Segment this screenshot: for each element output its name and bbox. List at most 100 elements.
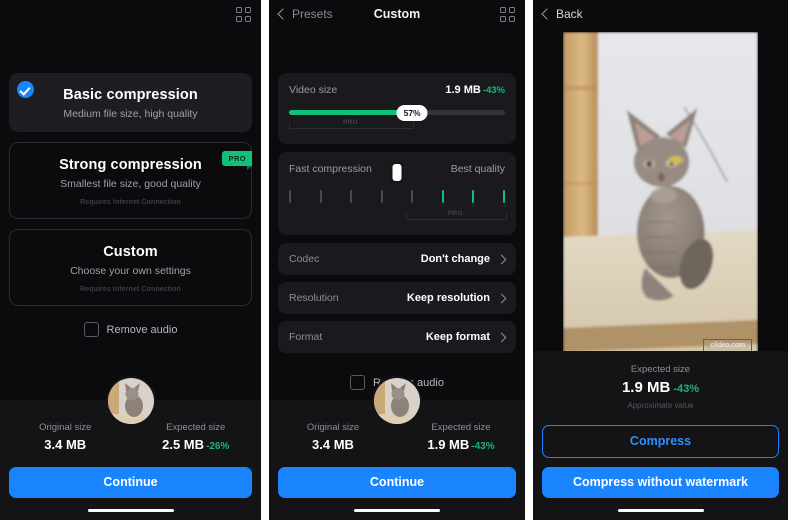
- remove-audio-row[interactable]: Remove audio: [9, 322, 252, 337]
- quality-panel: Fast compression Best quality PRO: [278, 152, 516, 235]
- expected-size-delta: -26%: [206, 440, 230, 452]
- option-value: Keep resolution: [406, 292, 490, 304]
- continue-button[interactable]: Continue: [278, 466, 516, 498]
- preset-note: Requires Internet Connection: [80, 199, 181, 206]
- video-size-slider[interactable]: 57%: [289, 104, 505, 121]
- expected-size-delta: -43%: [673, 382, 700, 395]
- expected-size-block: Expected size 1.9 MB -43%: [397, 422, 525, 452]
- option-label: Codec: [289, 253, 320, 265]
- back-button[interactable]: Back: [541, 7, 583, 21]
- preset-title: Custom: [103, 244, 158, 260]
- approximate-note: Approximate value: [627, 400, 694, 410]
- video-thumbnail[interactable]: [372, 375, 422, 426]
- size-summary: Original size 3.4 MB Expected size 2.5 M…: [0, 422, 261, 452]
- slider-fill: [289, 110, 413, 115]
- continue-button[interactable]: Continue: [9, 466, 252, 498]
- quality-tick-1: [319, 189, 322, 203]
- expected-size-block: Expected size 2.5 MB -26%: [131, 422, 262, 452]
- original-size-block: Original size 3.4 MB: [0, 422, 131, 452]
- pro-label: PRO: [339, 119, 363, 126]
- pro-badge: PRO: [221, 151, 253, 170]
- grid-icon[interactable]: [236, 7, 251, 22]
- back-label: Presets: [292, 7, 333, 21]
- back-to-presets-button[interactable]: Presets: [277, 7, 333, 21]
- home-indicator: [87, 508, 174, 512]
- option-label: Resolution: [289, 292, 339, 304]
- quality-tick-3: [380, 189, 383, 203]
- quality-tick-5: [411, 189, 414, 203]
- option-row-codec[interactable]: Codec Don't change: [278, 243, 516, 275]
- phone-screen-custom: Presets Custom Video size 1.9 MB -43% 57%…: [269, 0, 525, 520]
- preset-note: Requires Internet Connection: [80, 286, 181, 293]
- video-size-pro-range: PRO: [289, 119, 505, 131]
- video-size-panel: Video size 1.9 MB -43% 57% PRO: [278, 73, 516, 144]
- compress-without-watermark-button[interactable]: Compress without watermark: [542, 466, 779, 498]
- preset-title: Strong compression: [59, 157, 202, 173]
- preset-subtitle: Choose your own settings: [70, 265, 191, 277]
- back-label: Back: [556, 7, 583, 21]
- preset-title: Basic compression: [63, 87, 198, 103]
- screen2-bottom-bar: Original size 3.4 MB Expected size 1.9 M…: [269, 375, 525, 520]
- fast-compression-label: Fast compression: [289, 163, 372, 175]
- check-icon: [17, 81, 34, 98]
- original-size-block: Original size 3.4 MB: [269, 422, 397, 452]
- video-size-label: Video size: [289, 84, 338, 96]
- home-indicator: [354, 508, 440, 512]
- remove-audio-checkbox[interactable]: [350, 375, 366, 390]
- preset-card-list: Basic compression Medium file size, high…: [0, 73, 261, 337]
- expected-size-label: Expected size: [630, 363, 691, 375]
- watermark-text: clideo.com: [706, 341, 749, 350]
- remove-audio-checkbox[interactable]: [83, 322, 99, 337]
- video-size-delta: -43%: [482, 85, 505, 96]
- quality-slider-thumb[interactable]: [390, 162, 404, 183]
- screen3-header: Back: [533, 0, 788, 28]
- screen1-header: [0, 0, 261, 28]
- quality-slider[interactable]: [289, 162, 505, 206]
- screen1-bottom-bar: Original size 3.4 MB Expected size 2.5 M…: [0, 375, 261, 520]
- screen2-header: Presets Custom: [269, 0, 525, 28]
- expected-size-label: Expected size: [431, 421, 491, 433]
- preset-card-basic-compression[interactable]: Basic compression Medium file size, high…: [9, 73, 252, 132]
- grid-icon[interactable]: [500, 7, 515, 22]
- expected-size-value: 1.9 MB -43%: [427, 436, 495, 452]
- compress-button[interactable]: Compress: [542, 424, 779, 458]
- option-label: Format: [289, 331, 323, 343]
- video-preview[interactable]: clideo.com: [563, 32, 758, 359]
- best-quality-label: Best quality: [450, 163, 505, 175]
- screenshot-stage: Basic compression Medium file size, high…: [0, 0, 800, 520]
- expected-size-block: Expected size 1.9 MB -43% Approximate val…: [533, 351, 788, 410]
- preset-subtitle: Medium file size, high quality: [63, 108, 198, 120]
- slider-thumb-percent[interactable]: 57%: [396, 104, 428, 121]
- preset-card-custom[interactable]: Custom Choose your own settings Requires…: [9, 229, 252, 306]
- original-size-label: Original size: [306, 421, 360, 433]
- preset-card-strong-compression[interactable]: PRO Strong compression Smallest file siz…: [9, 142, 253, 219]
- phone-screen-preview: Back clideo.com Expected size 1.9 MB -43…: [533, 0, 788, 520]
- chevron-left-icon: [277, 8, 289, 20]
- video-size-value: 1.9 MB -43%: [445, 84, 505, 96]
- quality-tick-6: [441, 189, 444, 203]
- size-summary: Original size 3.4 MB Expected size 1.9 M…: [269, 422, 525, 452]
- quality-tick-0: [289, 189, 291, 203]
- quality-pro-range: PRO: [289, 210, 507, 222]
- screen3-bottom-bar: Expected size 1.9 MB -43% Approximate val…: [533, 350, 788, 520]
- original-size-value: 3.4 MB: [44, 436, 87, 452]
- expected-size-delta: -43%: [471, 440, 495, 452]
- phone-screen-presets: Basic compression Medium file size, high…: [0, 0, 261, 520]
- original-size-value: 3.4 MB: [312, 436, 354, 452]
- option-row-format[interactable]: Format Keep format: [278, 321, 516, 353]
- quality-tick-8: [502, 189, 505, 203]
- chevron-right-icon: [496, 293, 507, 303]
- chevron-left-icon: [541, 8, 553, 20]
- option-value: Keep format: [425, 331, 490, 343]
- quality-tick-7: [472, 189, 475, 203]
- preset-subtitle: Smallest file size, good quality: [60, 178, 201, 190]
- custom-settings-list: Video size 1.9 MB -43% 57% PRO Fast compr…: [269, 73, 525, 390]
- pro-label: PRO: [443, 210, 467, 217]
- option-row-resolution[interactable]: Resolution Keep resolution: [278, 282, 516, 314]
- chevron-right-icon: [496, 254, 507, 264]
- quality-tick-2: [350, 189, 353, 203]
- video-thumbnail[interactable]: [105, 375, 156, 426]
- remove-audio-label: Remove audio: [106, 323, 178, 336]
- expected-size-value: 1.9 MB -43%: [621, 378, 700, 396]
- original-size-label: Original size: [39, 421, 92, 433]
